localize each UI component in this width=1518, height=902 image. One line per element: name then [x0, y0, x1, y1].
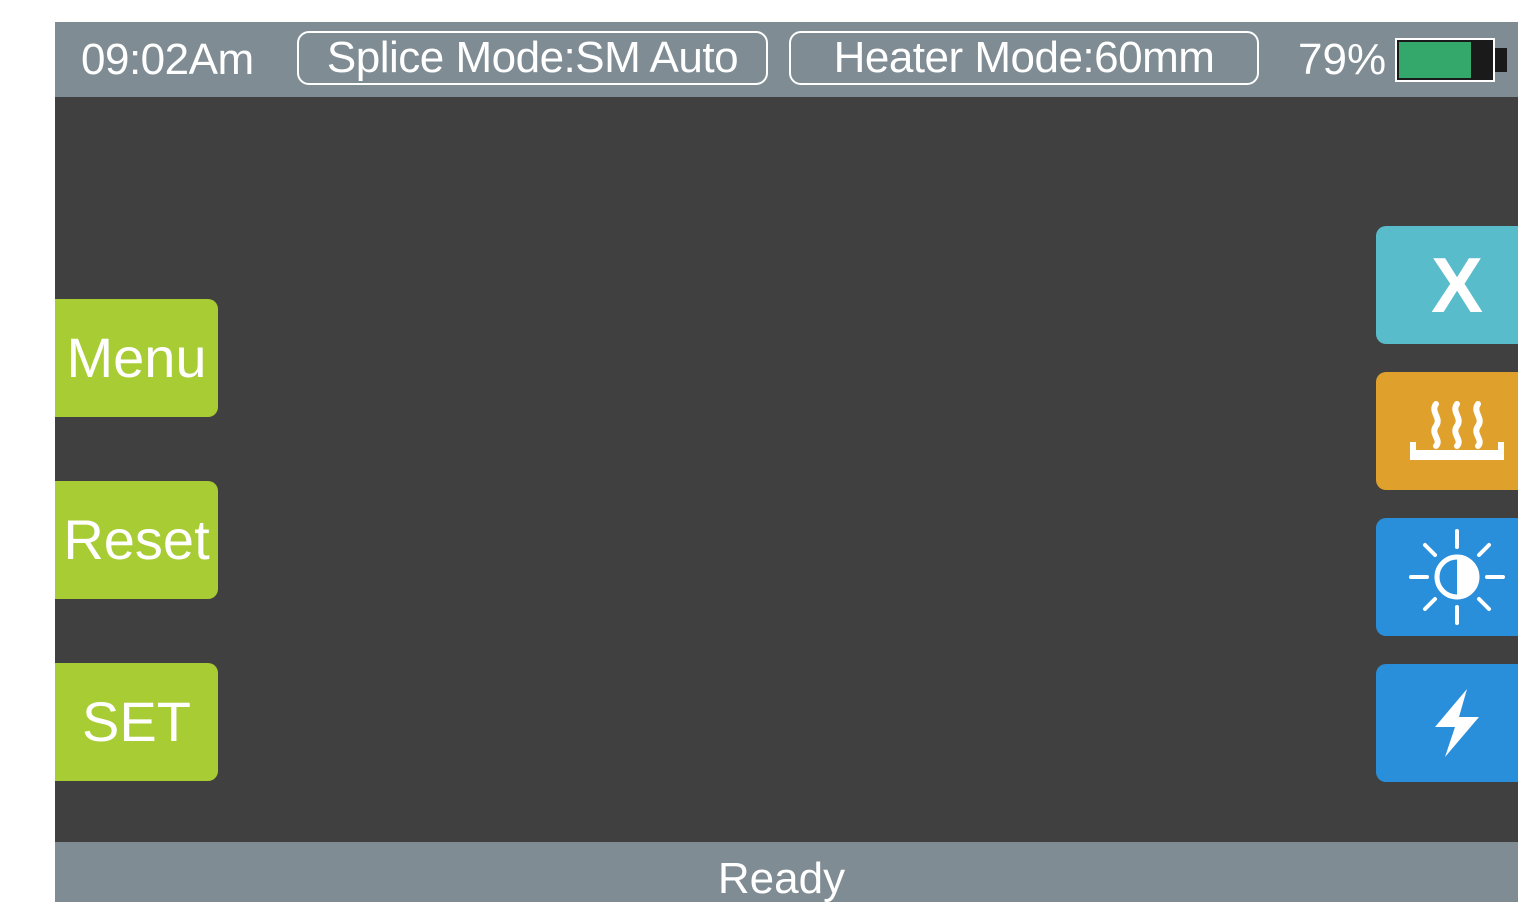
- heater-button[interactable]: [1376, 372, 1518, 490]
- menu-button[interactable]: Menu: [55, 299, 218, 417]
- clock: 09:02Am: [81, 35, 254, 84]
- lightning-icon: [1435, 689, 1479, 757]
- battery-level-fill: [1399, 42, 1471, 78]
- close-icon: X: [1430, 241, 1484, 329]
- splice-mode-button[interactable]: Splice Mode:SM Auto: [297, 31, 768, 85]
- top-status-bar: 09:02Am Splice Mode:SM Auto Heater Mode:…: [55, 22, 1518, 97]
- heater-mode-button[interactable]: Heater Mode:60mm: [789, 31, 1259, 85]
- brightness-button[interactable]: [1376, 518, 1518, 636]
- splicer-screen: 09:02Am Splice Mode:SM Auto Heater Mode:…: [55, 22, 1518, 902]
- status-text: Ready: [717, 854, 846, 902]
- battery-icon: [1395, 38, 1495, 82]
- brightness-icon: [1409, 529, 1505, 625]
- battery-terminal: [1495, 48, 1507, 72]
- close-button[interactable]: X: [1376, 226, 1518, 344]
- arc-button[interactable]: [1376, 664, 1518, 782]
- battery-percent: 79%: [1298, 35, 1387, 84]
- bottom-status-bar: Ready: [55, 842, 1518, 902]
- heater-icon: [1410, 401, 1504, 460]
- set-button[interactable]: SET: [55, 663, 218, 781]
- reset-button[interactable]: Reset: [55, 481, 218, 599]
